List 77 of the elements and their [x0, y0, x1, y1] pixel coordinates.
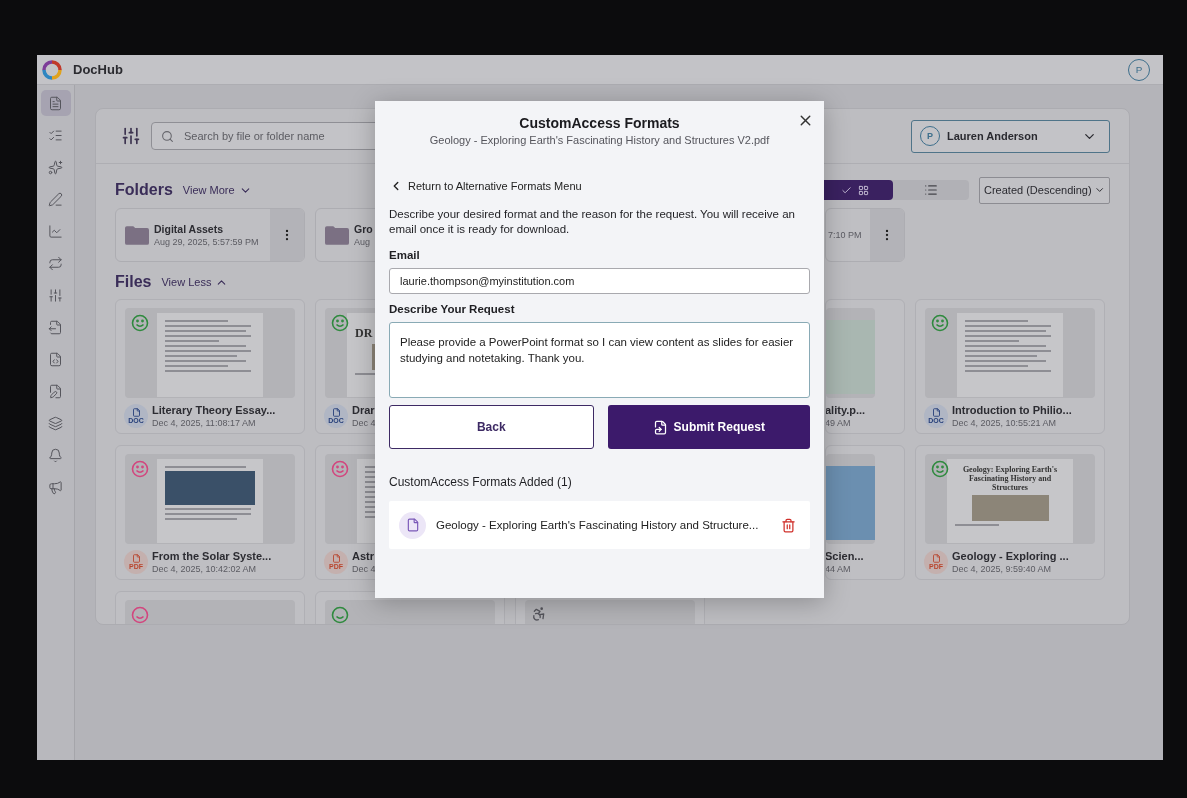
file-icon — [931, 554, 941, 563]
request-field[interactable]: Please provide a PowerPoint format so I can view content as slides for easier studying and notetaking. Thank you. — [389, 322, 810, 398]
megaphone-icon — [48, 479, 63, 495]
logo-icon — [41, 58, 63, 81]
file-icon — [131, 408, 141, 417]
added-heading: CustomAccess Formats Added (1) — [389, 475, 573, 489]
repeat-icon — [48, 255, 63, 271]
file-name: Drar — [352, 404, 376, 416]
email-field[interactable]: laurie.thompson@myinstitution.com — [389, 268, 810, 294]
file-name: From the Solar Syste... — [152, 550, 272, 562]
document-arrow-icon — [652, 419, 668, 435]
app-name: DocHub — [73, 62, 123, 77]
file-date: 44 AM — [826, 564, 852, 574]
file-name: Geology - Exploring ... — [952, 550, 1069, 562]
folder-card[interactable]: 7:10 PM — [825, 208, 905, 262]
folder-date: 7:10 PM — [828, 230, 862, 240]
folder-icon — [325, 225, 349, 245]
file-date: Dec 4, 2025, 10:55:21 AM — [952, 418, 1058, 428]
grid-icon — [858, 184, 869, 196]
file-name: Scien... — [826, 550, 864, 562]
back-link[interactable]: Return to Alternative Formats Menu — [389, 179, 582, 193]
file-code-icon — [48, 351, 63, 367]
view-less-link[interactable]: View Less — [161, 275, 229, 289]
sidebar-item[interactable] — [40, 90, 71, 116]
folder-name: Digital Assets — [154, 223, 225, 235]
preview-title: DR — [355, 326, 373, 341]
back-button[interactable]: Back — [389, 405, 594, 449]
file-date: Dec 4, 2025, 10:42:02 AM — [152, 564, 258, 574]
file-icon — [405, 518, 420, 532]
filter-icon[interactable] — [121, 126, 141, 146]
bell-icon — [48, 447, 63, 463]
folder-icon — [125, 225, 149, 245]
checklist-icon — [48, 127, 63, 143]
file-icon — [331, 554, 341, 563]
file-icon — [931, 408, 941, 417]
search-icon — [161, 130, 174, 143]
check-icon — [841, 184, 852, 196]
folder-card[interactable]: Digital Assets Aug 29, 2025, 5:57:59 PM — [115, 208, 305, 262]
file-date: Dec 4 — [352, 418, 376, 428]
view-more-link[interactable]: View More — [182, 183, 252, 197]
folder-date: Aug — [354, 237, 371, 247]
field-label: Describe Your Request — [389, 303, 516, 315]
dialog-description: Describe your desired format and the reason for the request. You will receive an email once it is ready for download. — [389, 207, 796, 237]
file-name: Astr — [352, 550, 375, 562]
folder-name: Gro — [354, 223, 373, 235]
file-card[interactable]: ality.p... 49 AM — [825, 299, 905, 434]
file-name: ality.p... — [826, 404, 866, 416]
file-pen-icon — [48, 383, 63, 399]
trash-icon — [781, 517, 796, 533]
file-date: Dec 4, 2025, 9:59:40 AM — [952, 564, 1053, 574]
line-chart-icon — [48, 223, 63, 239]
sparkle-icon — [48, 159, 63, 175]
field-label: Email — [389, 249, 421, 261]
section-heading: Files — [115, 273, 152, 291]
delete-button[interactable] — [781, 517, 796, 533]
file-date: Dec 4 — [352, 564, 376, 574]
file-icon — [331, 408, 341, 417]
file-date: 49 AM — [826, 418, 852, 428]
pen-icon — [48, 191, 63, 207]
layers-icon — [48, 415, 63, 431]
file-card[interactable]: Scien... 44 AM — [825, 445, 905, 580]
accessibility-icon — [531, 606, 547, 622]
preview-title: Geology: Exploring Earth's Fascinating History and Structures — [961, 466, 1059, 493]
file-name: Introduction to Philio... — [952, 404, 1072, 416]
submit-button[interactable]: Submit Request — [607, 405, 810, 449]
sliders-icon — [48, 287, 63, 303]
user-select[interactable]: P Lauren Anderson — [911, 119, 1110, 153]
section-heading: Folders — [115, 181, 173, 199]
sort-select[interactable]: Created (Descending) — [979, 176, 1110, 204]
file-icon — [131, 554, 141, 563]
file-name: Literary Theory Essay... — [152, 404, 276, 416]
document-icon — [48, 95, 63, 111]
file-date: Dec 4, 2025, 11:08:17 AM — [152, 418, 257, 428]
format-name: Geology - Exploring Earth's Fascinating History and Structure... — [436, 519, 760, 531]
folder-date: Aug 29, 2025, 5:57:59 PM — [154, 237, 259, 247]
file-arrow-icon — [48, 319, 63, 335]
list-icon — [924, 183, 938, 197]
